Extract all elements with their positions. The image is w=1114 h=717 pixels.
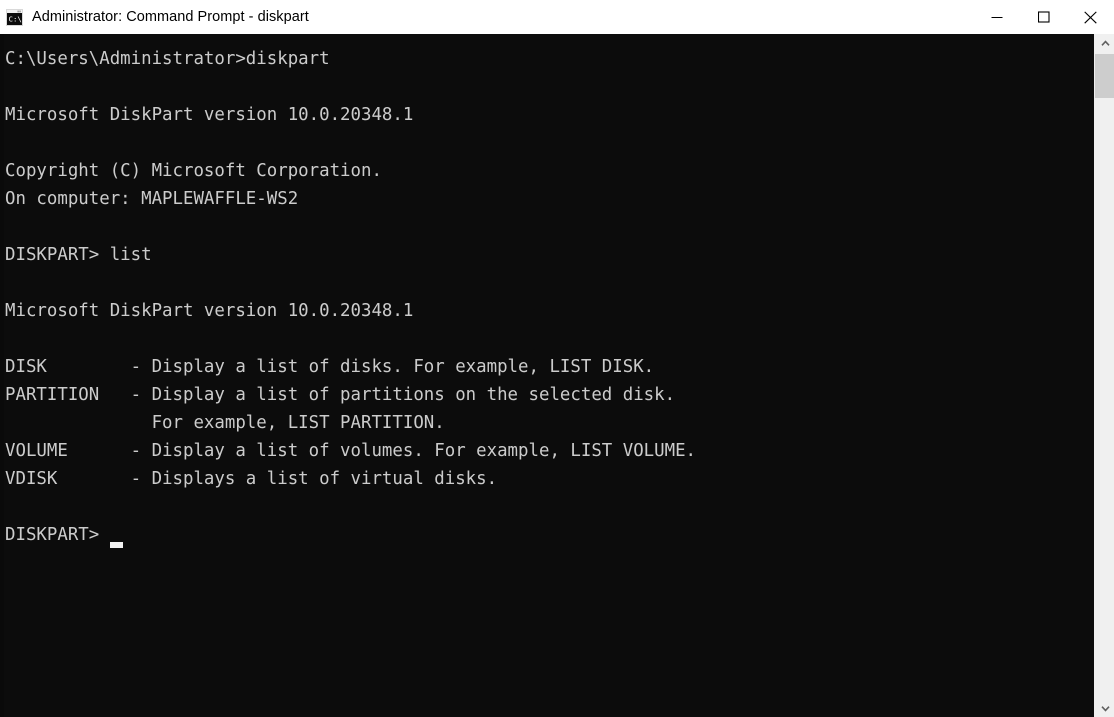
vertical-scrollbar[interactable] [1094, 34, 1114, 717]
terminal-line: VOLUME - Display a list of volumes. For … [5, 441, 697, 461]
minimize-icon [991, 17, 1002, 18]
terminal-line: Microsoft DiskPart version 10.0.20348.1 [5, 301, 414, 321]
maximize-icon [1037, 11, 1050, 23]
window-controls [973, 0, 1114, 34]
console-output-area[interactable]: C:\Users\Administrator>diskpart Microsoft… [0, 34, 1114, 717]
window-title: Administrator: Command Prompt - diskpart [32, 9, 309, 25]
terminal-line: DISKPART> list [5, 245, 152, 265]
chevron-down-icon [1100, 705, 1110, 712]
scroll-up-button[interactable] [1095, 34, 1114, 52]
scrollbar-thumb[interactable] [1095, 54, 1114, 98]
terminal-line: Microsoft DiskPart version 10.0.20348.1 [5, 105, 414, 125]
terminal-line: C:\Users\Administrator>diskpart [5, 49, 330, 69]
command-prompt-icon[interactable]: C:\ [6, 8, 23, 26]
text-cursor [109, 542, 123, 548]
terminal-line: VDISK - Displays a list of virtual disks… [5, 469, 498, 489]
terminal-line: PARTITION - Display a list of partitions… [5, 385, 676, 405]
scroll-down-button[interactable] [1095, 699, 1114, 717]
close-icon [1084, 11, 1097, 24]
chevron-up-icon [1100, 39, 1110, 46]
command-prompt-window: C:\ Administrator: Command Prompt - disk… [0, 0, 1114, 717]
scrollbar-track[interactable] [1095, 52, 1114, 699]
maximize-button[interactable] [1020, 0, 1067, 34]
terminal-line: Copyright (C) Microsoft Corporation. [5, 161, 382, 181]
terminal-screen[interactable]: C:\Users\Administrator>diskpart Microsoft… [0, 34, 1094, 717]
close-button[interactable] [1067, 0, 1114, 34]
terminal-line: DISKPART> [5, 525, 100, 545]
titlebar[interactable]: C:\ Administrator: Command Prompt - disk… [0, 0, 1114, 34]
terminal-line: DISK - Display a list of disks. For exam… [5, 357, 655, 377]
terminal-line: On computer: MAPLEWAFFLE-WS2 [5, 189, 299, 209]
terminal-line: For example, LIST PARTITION. [5, 413, 445, 433]
svg-text:C:\: C:\ [9, 14, 22, 23]
minimize-button[interactable] [973, 0, 1020, 34]
